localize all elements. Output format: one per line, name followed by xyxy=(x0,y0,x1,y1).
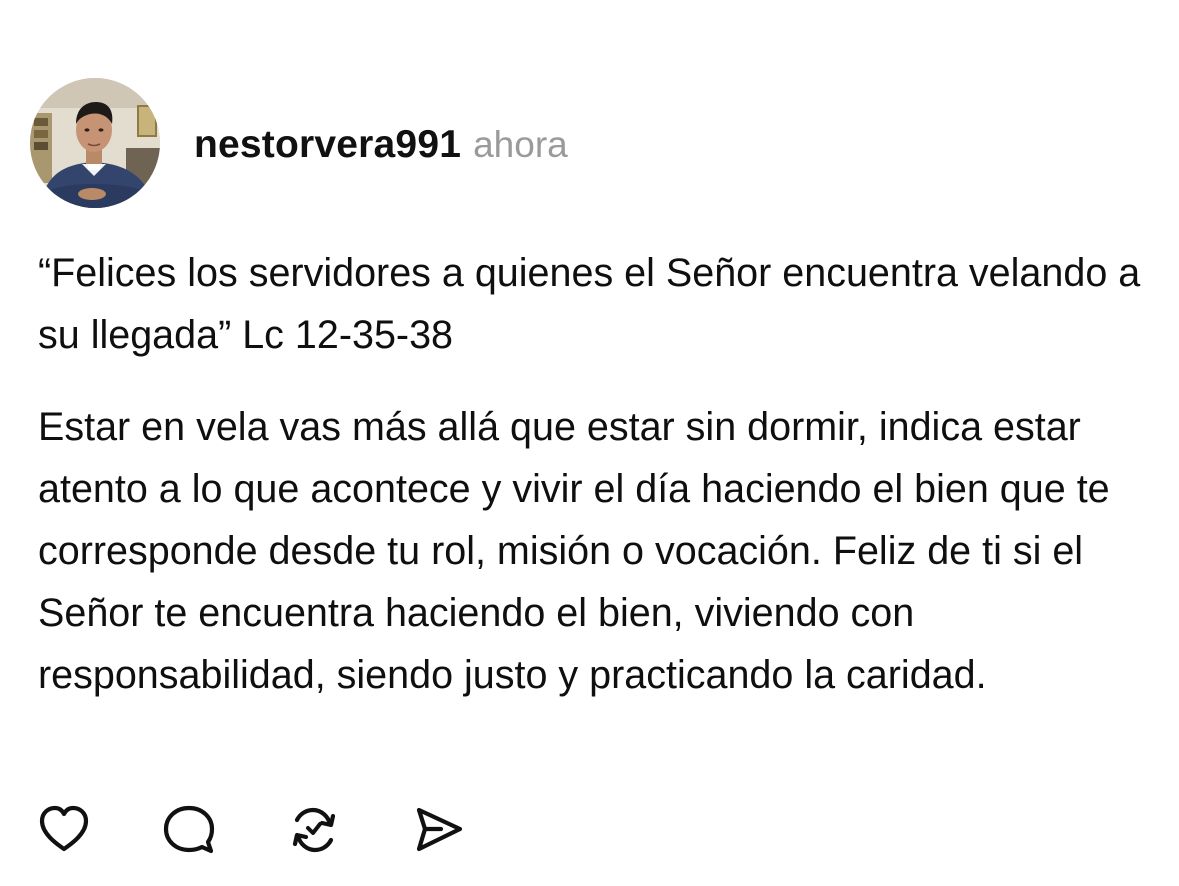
timestamp: ahora xyxy=(473,124,568,165)
post-body: “Felices los servidores a quienes el Señ… xyxy=(38,242,1158,706)
post-header: nestorvera991 ahora xyxy=(30,78,568,208)
avatar[interactable] xyxy=(30,78,160,208)
share-button[interactable] xyxy=(411,802,467,858)
post-actions xyxy=(36,802,536,858)
comment-button[interactable] xyxy=(161,802,217,858)
thread-post: nestorvera991 ahora “Felices los servido… xyxy=(0,0,1179,886)
post-paragraph-reflection: Estar en vela vas más allá que estar sin… xyxy=(38,405,1110,697)
heart-icon xyxy=(39,805,89,852)
profile-photo-icon xyxy=(30,78,160,208)
repost-icon xyxy=(292,807,336,853)
like-button[interactable] xyxy=(36,802,92,858)
repost-button[interactable] xyxy=(286,802,342,858)
username[interactable]: nestorvera991 xyxy=(194,123,461,167)
share-icon xyxy=(416,807,463,852)
post-meta: nestorvera991 ahora xyxy=(194,123,568,167)
comment-icon xyxy=(163,805,215,854)
post-paragraph-quote: “Felices los servidores a quienes el Señ… xyxy=(38,251,1141,357)
